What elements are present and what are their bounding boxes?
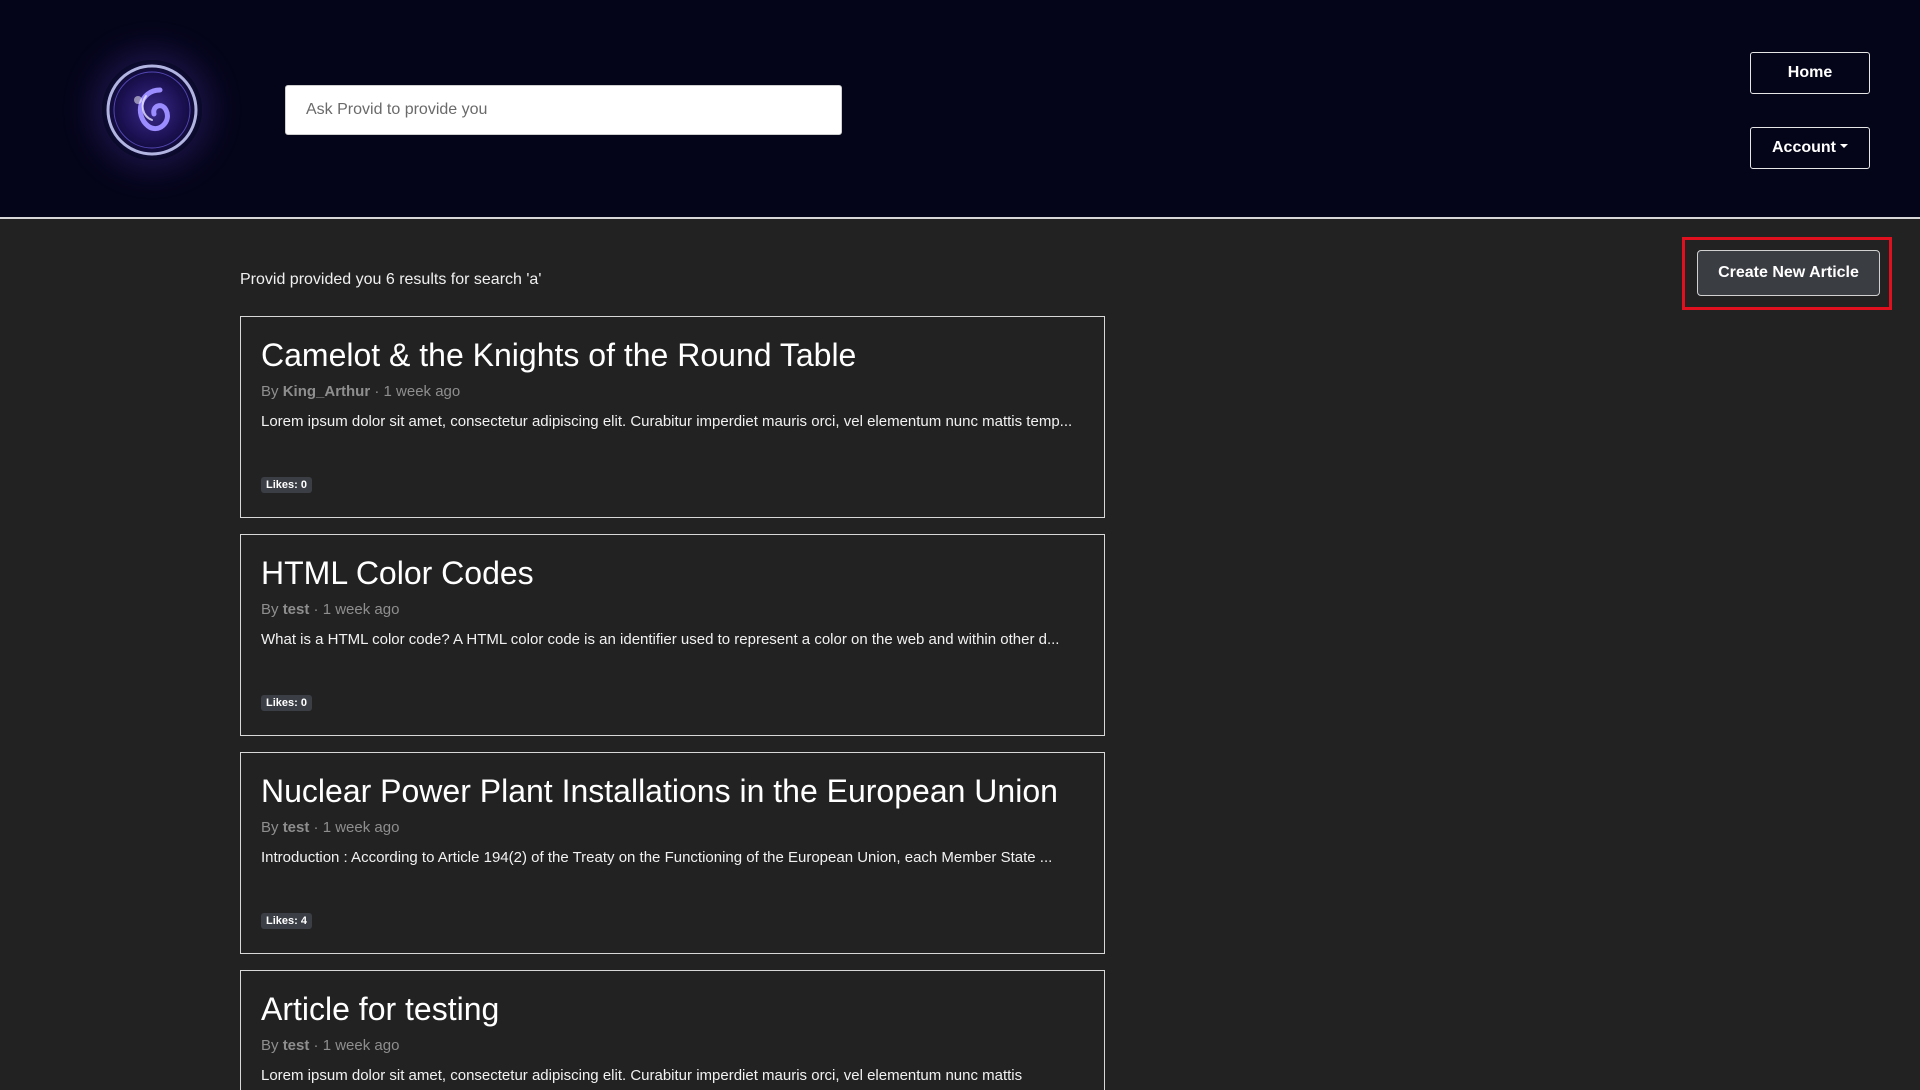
article-excerpt: Introduction : According to Article 194(… — [261, 849, 1053, 866]
article-by: By — [261, 383, 283, 400]
article-excerpt: Lorem ipsum dolor sit amet, consectetur … — [261, 413, 1073, 430]
article-card[interactable]: Nuclear Power Plant Installations in the… — [240, 752, 1105, 954]
home-button-label: Home — [1787, 64, 1833, 81]
article-author[interactable]: King_Arthur — [283, 383, 371, 400]
article-author[interactable]: test — [283, 819, 310, 836]
search-input[interactable] — [285, 85, 842, 135]
account-dropdown-button[interactable]: Account — [1750, 127, 1870, 169]
article-card[interactable]: HTML Color Codes By test · 1 week ago Wh… — [240, 534, 1105, 736]
orb-logo-icon[interactable] — [102, 60, 202, 160]
article-title[interactable]: HTML Color Codes — [261, 555, 534, 592]
article-time: · 1 week ago — [370, 383, 461, 400]
likes-badge: Likes: 0 — [261, 477, 312, 493]
article-meta: By King_Arthur · 1 week ago — [261, 383, 460, 400]
likes-badge: Likes: 0 — [261, 695, 312, 711]
account-button-label: Account — [1772, 139, 1836, 156]
article-by: By — [261, 1037, 283, 1054]
likes-badge: Likes: 4 — [261, 913, 312, 929]
article-title[interactable]: Camelot & the Knights of the Round Table — [261, 337, 856, 374]
create-new-article-button[interactable]: Create New Article — [1697, 250, 1880, 296]
article-time: · 1 week ago — [309, 1037, 400, 1054]
article-excerpt: Lorem ipsum dolor sit amet, consectetur … — [261, 1067, 1023, 1084]
article-author[interactable]: test — [283, 601, 310, 618]
home-button[interactable]: Home — [1750, 52, 1870, 94]
article-title[interactable]: Nuclear Power Plant Installations in the… — [261, 773, 1058, 810]
article-card[interactable]: Article for testing By test · 1 week ago… — [240, 970, 1105, 1090]
article-time: · 1 week ago — [309, 601, 400, 618]
article-author[interactable]: test — [283, 1037, 310, 1054]
article-by: By — [261, 819, 283, 836]
caret-down-icon — [1840, 144, 1848, 148]
article-excerpt: What is a HTML color code? A HTML color … — [261, 631, 1060, 648]
article-meta: By test · 1 week ago — [261, 819, 399, 836]
article-card[interactable]: Camelot & the Knights of the Round Table… — [240, 316, 1105, 518]
article-by: By — [261, 601, 283, 618]
create-button-label: Create New Article — [1718, 264, 1859, 281]
article-time: · 1 week ago — [309, 819, 400, 836]
article-meta: By test · 1 week ago — [261, 601, 399, 618]
results-summary: Provid provided you 6 results for search… — [240, 271, 542, 288]
article-title[interactable]: Article for testing — [261, 991, 499, 1028]
site-header: Home Account — [0, 0, 1920, 219]
article-meta: By test · 1 week ago — [261, 1037, 399, 1054]
